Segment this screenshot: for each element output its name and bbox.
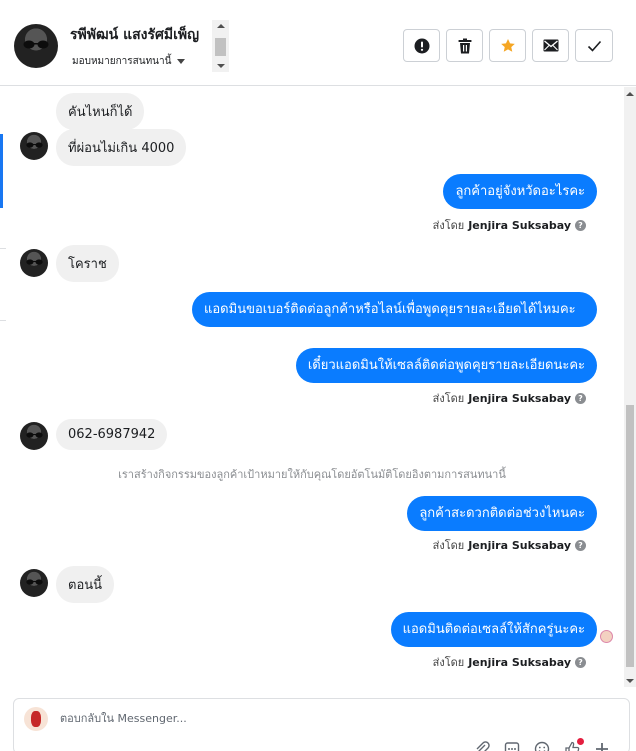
- outgoing-message[interactable]: ลูกค้าสะดวกติดต่อช่วงไหนคะ: [407, 496, 597, 531]
- check-icon: [587, 40, 601, 52]
- scroll-down-arrow-icon[interactable]: [626, 679, 634, 683]
- conversation-header: รพีพัฒน์ แสงรัศมีเพ็ญ มอบหมายการสนทนานี้: [0, 0, 636, 86]
- agent-name: Jenjira Suksabay: [468, 391, 571, 405]
- contact-name[interactable]: รพีพัฒน์ แสงรัศมีเพ็ญ: [70, 24, 212, 46]
- scroll-thumb[interactable]: [215, 38, 226, 56]
- scroll-down-arrow-icon[interactable]: [217, 64, 225, 68]
- outgoing-message[interactable]: แอดมินติดต่อเซลล์ให้สักครู่นะคะ: [390, 612, 597, 647]
- help-icon[interactable]: ?: [575, 656, 586, 668]
- sunglasses-icon: [26, 259, 43, 265]
- seen-receipt-avatar: [600, 630, 613, 643]
- template-icon[interactable]: [504, 741, 520, 751]
- sunglasses-icon: [26, 432, 43, 438]
- outgoing-message[interactable]: ลูกค้าอยู่จังหวัดอะไรคะ: [443, 174, 597, 209]
- page-avatar: [24, 707, 48, 731]
- sent-by-prefix: ส่งโดย: [432, 656, 465, 669]
- outgoing-message[interactable]: เดี๋ยวแอดมินให้เซลล์ติดต่อพูดคุยรายละเอี…: [295, 348, 597, 383]
- header-actions: [403, 29, 613, 62]
- paperclip-icon[interactable]: [474, 741, 490, 751]
- inbox-conversation-panel: รพีพัฒน์ แสงรัศมีเพ็ญ มอบหมายการสนทนานี้: [0, 0, 636, 751]
- sent-by-label: ส่งโดย Jenjira Suksabay ?: [433, 389, 586, 407]
- system-note: เราสร้างกิจกรรมของลูกค้าเป้าหมายให้กับคุ…: [118, 468, 506, 481]
- incoming-message[interactable]: โคราช: [56, 245, 119, 282]
- composer-tools: [474, 738, 610, 751]
- outgoing-message[interactable]: แอดมินขอเบอร์ติดต่อลูกค้าหรือไลน์เพื่อพู…: [192, 292, 597, 327]
- message-thread[interactable]: คันไหนก็ได้ ที่ผ่อนไม่เกิน 4000 ลูกค้าอย…: [0, 87, 624, 687]
- trash-icon: [458, 38, 471, 53]
- incoming-message[interactable]: ตอนนี้: [56, 566, 115, 603]
- reply-input[interactable]: [60, 712, 360, 725]
- scroll-up-arrow-icon[interactable]: [217, 24, 225, 28]
- sunglasses-icon: [26, 142, 43, 148]
- mark-spam-button[interactable]: [403, 29, 440, 62]
- sent-by-label: ส่งโดย Jenjira Suksabay ?: [433, 536, 586, 554]
- sent-by-prefix: ส่งโดย: [432, 392, 465, 405]
- star-button[interactable]: [489, 29, 526, 62]
- scroll-up-arrow-icon[interactable]: [626, 92, 634, 96]
- mark-done-button[interactable]: [575, 29, 613, 62]
- sent-by-label: ส่งโดย Jenjira Suksabay ?: [433, 216, 586, 234]
- notification-dot: [577, 738, 584, 745]
- help-icon[interactable]: ?: [575, 219, 586, 231]
- delete-button[interactable]: [446, 29, 483, 62]
- sent-by-label: ส่งโดย Jenjira Suksabay ?: [433, 653, 586, 671]
- assign-label: มอบหมายการสนทนานี้: [72, 56, 172, 67]
- contact-avatar-small: [20, 422, 48, 450]
- reply-composer: [13, 698, 630, 751]
- sent-by-prefix: ส่งโดย: [432, 539, 465, 552]
- help-icon[interactable]: ?: [575, 392, 586, 404]
- agent-name: Jenjira Suksabay: [468, 655, 571, 669]
- star-icon: [500, 38, 515, 52]
- agent-name: Jenjira Suksabay: [468, 538, 571, 552]
- help-icon[interactable]: ?: [575, 539, 586, 551]
- sunglasses-icon: [26, 579, 43, 585]
- contact-avatar-small: [20, 249, 48, 277]
- contact-avatar-small: [20, 132, 48, 160]
- exclamation-circle-icon: [414, 38, 429, 53]
- contact-avatar-small: [20, 569, 48, 597]
- thread-scrollbar[interactable]: [624, 87, 636, 687]
- envelope-icon: [543, 39, 558, 52]
- thumbs-up-button[interactable]: [564, 738, 584, 751]
- incoming-message[interactable]: ที่ผ่อนไม่เกิน 4000: [56, 129, 187, 166]
- name-scrollbar[interactable]: [212, 20, 229, 72]
- incoming-message[interactable]: 062-6987942: [56, 419, 168, 450]
- sunglasses-icon: [23, 40, 49, 49]
- mark-unread-button[interactable]: [532, 29, 569, 62]
- more-icon[interactable]: [594, 741, 610, 751]
- incoming-message[interactable]: คันไหนก็ได้: [56, 93, 145, 130]
- contact-avatar[interactable]: [14, 24, 58, 68]
- sent-by-prefix: ส่งโดย: [432, 219, 465, 232]
- assign-conversation-dropdown[interactable]: มอบหมายการสนทนานี้: [72, 54, 186, 69]
- agent-name: Jenjira Suksabay: [468, 218, 571, 232]
- emoji-icon[interactable]: [534, 741, 550, 751]
- chevron-down-icon: [177, 59, 186, 64]
- scroll-thumb[interactable]: [626, 405, 634, 667]
